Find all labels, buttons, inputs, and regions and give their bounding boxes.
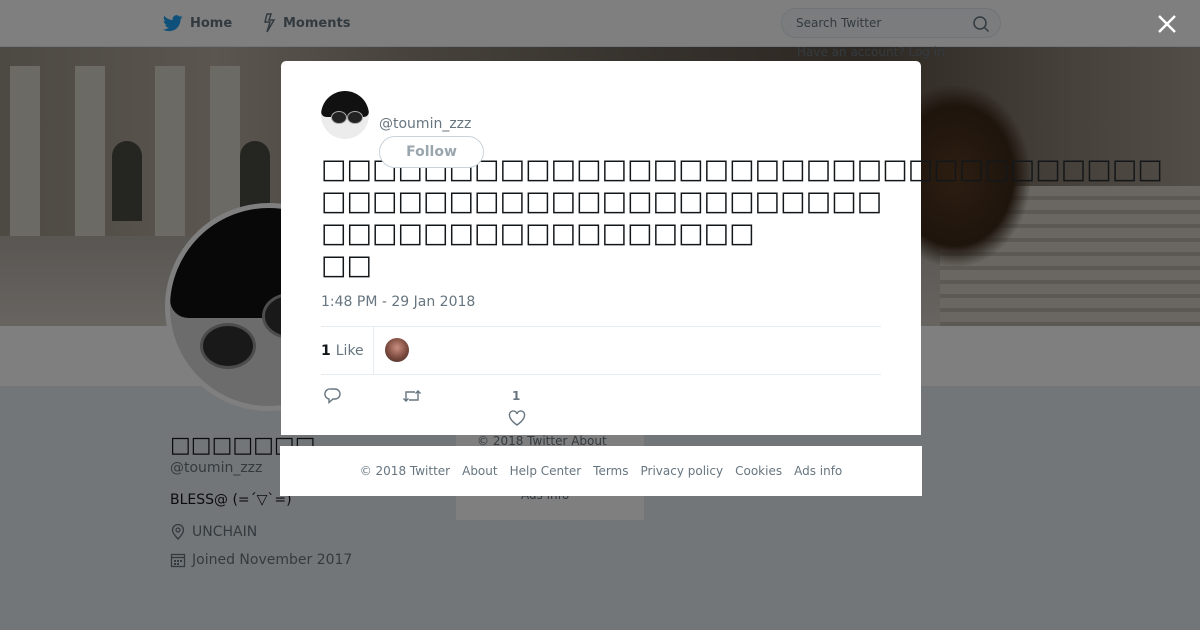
modal-footer: © 2018 Twitter About Help Center Terms P… xyxy=(280,446,922,496)
likes-count-number: 1 xyxy=(321,342,331,359)
footer-link-help-center[interactable]: Help Center xyxy=(510,464,582,478)
liker-avatar[interactable] xyxy=(385,338,409,362)
tweet-modal: @toumin_zzz □□□□□□□□□□□□□□□□□□□□□□□□□□□□… xyxy=(281,61,1163,435)
close-icon[interactable] xyxy=(1155,12,1179,36)
tweet-text: □□□□□□□□□□□□□□□□□□□□□□□□□□□□□□□□□ □□□□□□… xyxy=(321,154,1163,282)
likes-count-label: Like xyxy=(335,342,364,359)
likes-count[interactable]: 1 Like xyxy=(321,327,374,374)
tweet-text-line: □□□□□□□□□□□□□□□□□□□□□□ xyxy=(321,186,883,217)
tweet-author-handle[interactable]: @toumin_zzz xyxy=(379,116,471,132)
tweet-text-line: □□□□□□□□□□□□□□□□□ xyxy=(321,218,755,249)
retweet-icon[interactable] xyxy=(402,387,422,405)
tweet-stats: 1 Like xyxy=(321,326,881,375)
footer-link-cookies[interactable]: Cookies xyxy=(735,464,782,478)
tweet-text-line: □□ xyxy=(321,250,373,281)
footer-link-about[interactable]: About xyxy=(462,464,497,478)
tweet-author-avatar[interactable] xyxy=(321,91,369,139)
reply-icon[interactable] xyxy=(324,387,342,405)
action-like-count: 1 xyxy=(512,389,521,403)
footer-link-terms[interactable]: Terms xyxy=(593,464,628,478)
footer-link-privacy-policy[interactable]: Privacy policy xyxy=(641,464,724,478)
footer-link-ads-info[interactable]: Ads info xyxy=(794,464,842,478)
tweet-timestamp[interactable]: 1:48 PM - 29 Jan 2018 xyxy=(321,294,475,310)
footer-copyright: © 2018 Twitter xyxy=(359,464,451,478)
follow-button[interactable]: Follow xyxy=(379,136,484,168)
heart-icon[interactable] xyxy=(508,410,526,427)
